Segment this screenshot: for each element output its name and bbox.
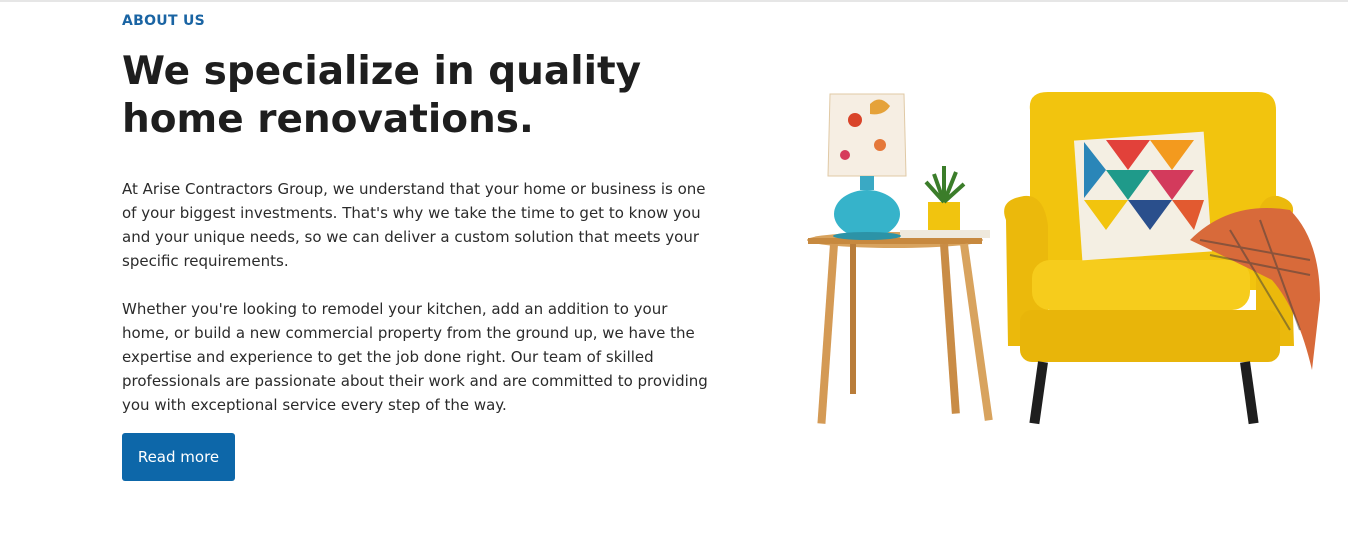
section-title: We specialize in quality home renovation… bbox=[122, 49, 642, 142]
cushion-icon bbox=[1073, 131, 1213, 261]
armchair-illustration bbox=[807, 92, 1320, 425]
book-icon bbox=[900, 230, 990, 238]
plant-icon bbox=[924, 166, 966, 230]
side-table-icon bbox=[807, 232, 993, 424]
lamp-icon bbox=[827, 93, 907, 240]
read-more-button[interactable]: Read more bbox=[122, 433, 235, 481]
top-divider bbox=[0, 0, 1348, 2]
section-eyebrow: ABOUT US bbox=[122, 13, 206, 29]
about-paragraph-1: At Arise Contractors Group, we understan… bbox=[122, 180, 706, 270]
about-paragraph-2: Whether you're looking to remodel your k… bbox=[122, 300, 708, 414]
